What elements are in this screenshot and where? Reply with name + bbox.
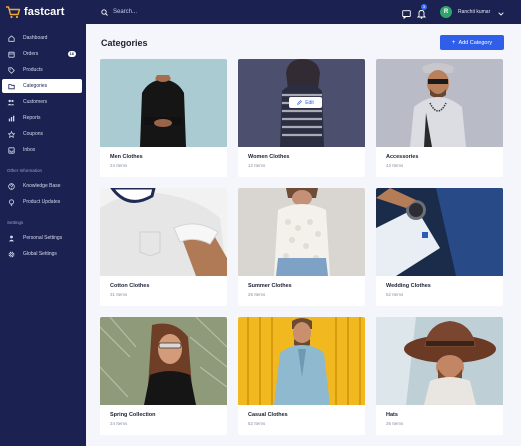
category-name: Spring Collection [110,412,156,418]
chevron-down-icon [498,3,504,21]
avatar: R [440,6,452,18]
gear-icon [7,250,15,258]
pencil-icon [297,100,303,105]
sidebar-item-categories[interactable]: Categories [2,79,82,93]
sidebar-item-global-settings[interactable]: Global Settings [2,247,82,261]
sidebar: Dashboard Orders 16 Products Categories … [0,24,86,446]
top-bar: fastcart Search... 3 R Ranchit kumar [0,0,521,24]
sidebar-item-label: Product Updates [23,199,61,205]
sidebar-item-personal-settings[interactable]: Personal Settings [2,231,82,245]
category-image [376,59,503,147]
category-count: 24 Items [110,421,128,426]
home-icon [7,34,15,42]
category-count: 12 Items [248,163,266,168]
sidebar-item-label: Global Settings [23,251,57,257]
sidebar-item-coupons[interactable]: Coupons [2,127,82,141]
category-count: 26 Items [248,292,266,297]
category-image [238,317,365,405]
person-icon [7,234,15,242]
sidebar-item-knowledge-base[interactable]: Knowledge Base [2,179,82,193]
search-input[interactable]: Search... [101,5,137,19]
category-count: 52 Items [386,292,404,297]
app-name: fastcart [24,6,65,18]
sidebar-item-dashboard[interactable]: Dashboard [2,31,82,45]
sidebar-item-label: Reports [23,115,41,121]
chart-icon [7,114,15,122]
sidebar-item-orders[interactable]: Orders 16 [2,47,82,61]
category-name: Cotton Clothes [110,283,150,289]
category-name: Hats [386,412,398,418]
category-image [100,59,227,147]
section-title-other: Other Information [7,168,43,173]
sidebar-item-label: Coupons [23,131,44,137]
user-name: Ranchit kumar [458,9,491,15]
folder-icon [7,82,15,90]
sidebar-item-label: Personal Settings [23,235,63,241]
category-card-cotton-clothes[interactable]: Cotton Clothes 31 Items [100,188,227,306]
category-count: 26 Items [386,421,404,426]
sidebar-item-customers[interactable]: Customers [2,95,82,109]
category-name: Men Clothes [110,154,143,160]
sidebar-item-label: Orders [23,51,39,57]
category-name: Women Clothes [248,154,290,160]
category-count: 24 Items [110,163,128,168]
edit-label: Edit [305,99,314,106]
sidebar-item-label: Categories [23,83,48,89]
plus-icon: + [451,39,456,46]
category-image [100,188,227,276]
logo[interactable]: fastcart [5,5,65,19]
category-card-men-clothes[interactable]: Men Clothes 24 Items [100,59,227,177]
category-card-women-clothes[interactable]: Edit Women Clothes 12 Items [238,59,365,177]
tag-icon [7,66,15,74]
search-placeholder: Search... [113,9,138,15]
category-count: 43 Items [386,163,404,168]
category-card-spring-collection[interactable]: Spring Collection 24 Items [100,317,227,435]
help-icon [7,182,15,190]
category-image [238,188,365,276]
sidebar-item-products[interactable]: Products [2,63,82,77]
page-title: Categories [101,38,148,48]
orders-count-badge: 16 [67,51,76,57]
category-name: Accessories [386,154,419,160]
category-name: Summer Clothes [248,283,292,289]
star-icon [7,130,15,138]
category-card-summer-clothes[interactable]: Summer Clothes 26 Items [238,188,365,306]
category-name: Casual Clothes [248,412,288,418]
sidebar-item-product-updates[interactable]: Product Updates [2,195,82,209]
sidebar-item-label: Inbox [23,147,36,153]
bulb-icon [7,198,15,206]
sidebar-item-label: Products [23,67,43,73]
add-category-label: Add Category [458,39,493,46]
cart-logo-icon [5,5,21,19]
inbox-icon [7,146,15,154]
sidebar-item-reports[interactable]: Reports [2,111,82,125]
sidebar-item-inbox[interactable]: Inbox [2,143,82,157]
sidebar-item-label: Dashboard [23,35,48,41]
orders-icon [7,50,15,58]
section-title-settings: Settings [7,220,24,225]
category-card-accessories[interactable]: Accessories 43 Items [376,59,503,177]
category-image [376,317,503,405]
user-menu[interactable]: R Ranchit kumar [440,4,504,20]
category-count: 31 Items [110,292,128,297]
category-image [376,188,503,276]
category-name: Wedding Clothes [386,283,431,289]
sidebar-item-label: Customers [23,99,48,105]
category-card-hats[interactable]: Hats 26 Items [376,317,503,435]
add-category-button[interactable]: + Add Category [440,35,504,50]
category-card-wedding-clothes[interactable]: Wedding Clothes 52 Items [376,188,503,306]
search-icon [101,3,108,21]
users-icon [7,98,15,106]
category-image [100,317,227,405]
chat-icon[interactable] [402,6,411,24]
category-card-casual-clothes[interactable]: Casual Clothes 52 Items [238,317,365,435]
edit-button[interactable]: Edit [289,97,322,108]
category-count: 52 Items [248,421,266,426]
sidebar-item-label: Knowledge Base [23,183,61,189]
notification-badge: 3 [421,4,427,10]
main-content: Categories + Add Category Men Clothes 24… [86,24,521,446]
